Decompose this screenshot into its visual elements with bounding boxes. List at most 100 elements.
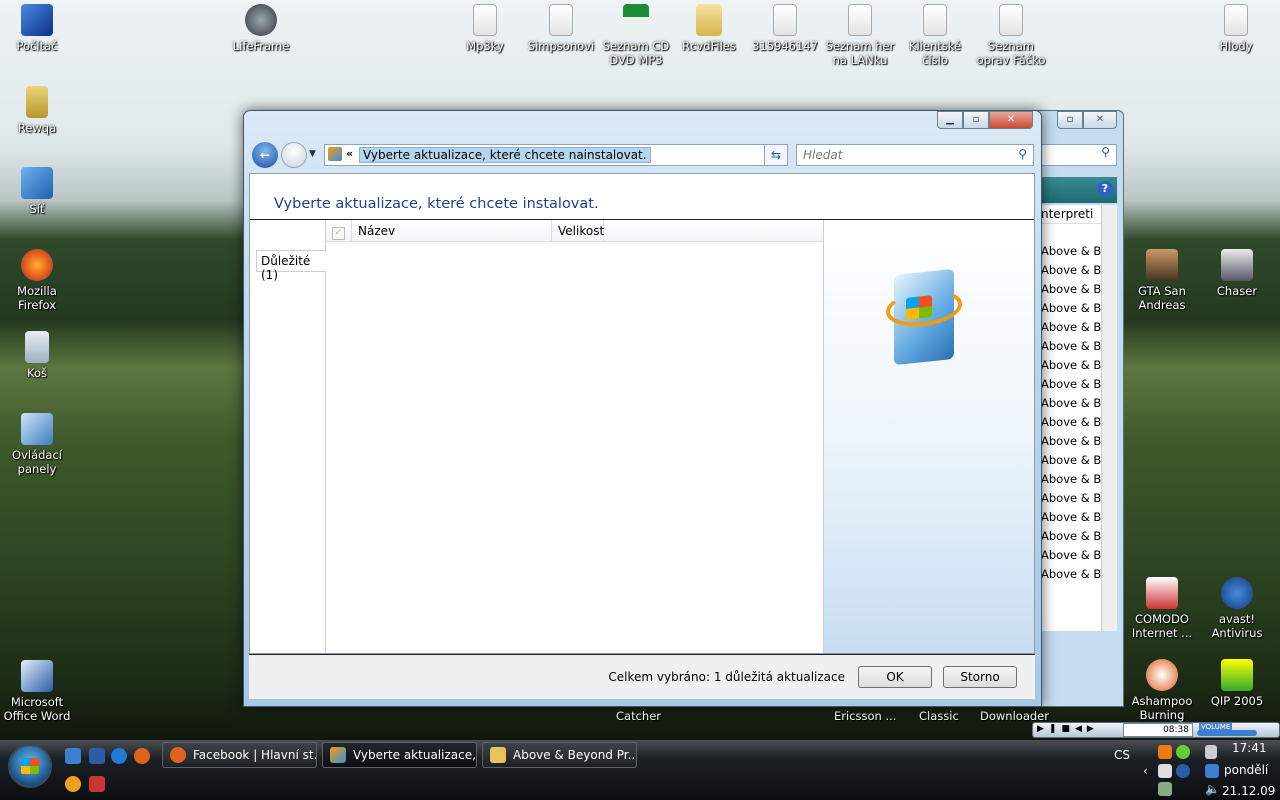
language-indicator[interactable]: CS (1114, 748, 1130, 762)
desktop-icon-klientske-cislo[interactable]: Klientské číslo (898, 4, 972, 67)
desktop-icon-lifeframe[interactable]: LifeFrame (224, 4, 298, 53)
list-item[interactable]: Above & Be (1041, 280, 1101, 299)
network-tray-icon[interactable] (1205, 764, 1219, 778)
desktop-icon-gta[interactable]: GTA San Andreas (1125, 249, 1199, 312)
desktop-icon-avast[interactable]: avast! Antivirus (1200, 577, 1274, 640)
close-button[interactable]: ✕ (1083, 111, 1117, 129)
search-icon[interactable]: ⚲ (1041, 144, 1117, 166)
taskbar-button-windows-update[interactable]: Vyberte aktualizace, ... (322, 742, 477, 768)
search-input[interactable]: Hledat ⚲ (796, 144, 1034, 166)
list-item[interactable]: Above & Be (1041, 242, 1101, 261)
list-item[interactable]: Above & Be (1041, 394, 1101, 413)
icq-tray-icon[interactable] (1176, 745, 1190, 759)
address-text[interactable]: Vyberte aktualizace, které chcete nainst… (359, 147, 651, 163)
switch-windows-icon[interactable] (89, 748, 105, 764)
media-controls[interactable]: ▶❚■◀▶ (1037, 724, 1099, 734)
desktop-icon-control-panel[interactable]: Ovládací panely (0, 413, 74, 476)
desktop-icon-recycle-bin[interactable]: Koš (0, 331, 74, 380)
list-item[interactable]: Above & Be (1041, 470, 1101, 489)
desktop-icon-rewqa[interactable]: Rewqa (0, 86, 74, 135)
comodo-tray-icon[interactable] (1158, 764, 1172, 778)
avast-quicklaunch-icon[interactable] (65, 776, 81, 792)
volume-icon[interactable]: 🔈 (1205, 782, 1220, 796)
track-time: 08:38 (1123, 723, 1193, 737)
list-item[interactable]: Above & Be (1041, 375, 1101, 394)
desktop-label-downloader[interactable]: Downloader (980, 709, 1049, 723)
desktop-label-classic[interactable]: Classic (919, 709, 959, 723)
recent-pages-dropdown[interactable]: ▼ (309, 149, 316, 159)
desktop-icon-rcvdfiles[interactable]: RcvdFiles (672, 4, 746, 53)
clock-time[interactable]: 17:41 (1232, 741, 1267, 755)
power-icon[interactable] (1205, 745, 1217, 759)
cancel-button[interactable]: Storno (943, 666, 1017, 688)
text-file-icon (923, 4, 947, 36)
desktop-icon-network[interactable]: Síť (0, 167, 74, 216)
list-item[interactable]: Above & Be (1041, 299, 1101, 318)
show-desktop-icon[interactable] (65, 748, 81, 764)
refresh-button[interactable]: ⇆ (764, 144, 788, 166)
avast-tray-icon[interactable] (1176, 764, 1190, 778)
show-hidden-icons[interactable]: ‹ (1143, 764, 1148, 778)
address-bar[interactable]: « Vyberte aktualizace, které chcete nain… (324, 144, 788, 166)
ok-button[interactable]: OK (858, 666, 932, 688)
restore-button[interactable]: ▫ (1057, 111, 1083, 129)
list-item[interactable]: Above & Be (1041, 318, 1101, 337)
column-header-interpreti[interactable]: nterpreti (1041, 205, 1101, 224)
list-item[interactable]: Above & Be (1041, 413, 1101, 432)
list-item[interactable]: Above & Be (1041, 565, 1101, 584)
help-icon[interactable]: ? (1097, 181, 1113, 197)
column-header-name[interactable]: Název (352, 220, 552, 241)
close-button[interactable]: ✕ (989, 111, 1033, 129)
list-item[interactable]: Above & Be (1041, 356, 1101, 375)
start-button[interactable] (8, 744, 52, 788)
desktop-icon-chaser[interactable]: Chaser (1200, 249, 1274, 298)
folder-icon (490, 747, 506, 763)
safely-remove-tray-icon[interactable] (1158, 782, 1172, 796)
taskbar-button-above-beyond[interactable]: Above & Beyond Pr... (482, 742, 637, 768)
list-item[interactable]: Above & Be (1041, 489, 1101, 508)
desktop-icon-simpsonovi[interactable]: Simpsonovi (524, 4, 598, 53)
list-item[interactable]: Above & Be (1041, 451, 1101, 470)
desktop-icon-seznam-her[interactable]: Seznam her na LANku (823, 4, 897, 67)
column-header-size[interactable]: Velikost (552, 220, 604, 241)
tab-important[interactable]: Důležité (1) (256, 250, 326, 282)
clock-day[interactable]: pondělí (1224, 763, 1268, 777)
volume-slider[interactable] (1197, 730, 1257, 736)
update-list[interactable]: ✓ Název Velikost (326, 220, 823, 653)
forward-button[interactable] (281, 142, 307, 168)
desktop-icon-seznam-cd[interactable]: Seznam CD DVD MP3 (599, 4, 673, 67)
clock-date[interactable]: 21.12.09 (1222, 784, 1275, 798)
scrollbar[interactable] (1101, 205, 1117, 631)
list-item[interactable]: Above & Be (1041, 546, 1101, 565)
search-icon[interactable]: ⚲ (1018, 147, 1027, 161)
desktop-icon-firefox[interactable]: Mozilla Firefox (0, 249, 74, 312)
desktop-icon-seznam-oprav[interactable]: Seznam oprav Fáčko (974, 4, 1048, 67)
desktop-icon-word[interactable]: Microsoft Office Word (0, 660, 74, 723)
desktop-label-catcher[interactable]: Catcher (616, 709, 661, 723)
internet-explorer-icon[interactable] (111, 748, 127, 764)
desktop-icon-mp3ky[interactable]: Mp3ky (448, 4, 522, 53)
maximize-button[interactable]: ▫ (963, 111, 989, 129)
app-quicklaunch-icon[interactable] (89, 776, 105, 792)
desktop-icon-qip[interactable]: QIP 2005 (1200, 659, 1274, 708)
desktop-icon-computer[interactable]: Počítač (0, 4, 74, 53)
desktop-icon-hlody[interactable]: Hlody (1199, 4, 1273, 53)
windows-update-icon (328, 147, 342, 161)
media-tray-icon[interactable] (1158, 745, 1172, 759)
list-item[interactable]: Above & Be (1041, 432, 1101, 451)
list-item[interactable]: Above & Be (1041, 337, 1101, 356)
minimize-button[interactable]: ▁ (937, 111, 963, 129)
text-file-icon (549, 4, 573, 36)
list-item[interactable]: Above & Be (1041, 508, 1101, 527)
list-item[interactable]: Above & Be (1041, 261, 1101, 280)
taskbar-button-facebook[interactable]: Facebook | Hlavní st... (162, 742, 317, 768)
desktop-label-ericsson[interactable]: Ericsson ... (834, 709, 896, 723)
artist-list[interactable]: nterpreti Above & Be Above & Be Above & … (1041, 205, 1101, 631)
desktop-icon-comodo[interactable]: COMODO Internet ... (1125, 577, 1199, 640)
select-all-checkbox[interactable]: ✓ (326, 220, 352, 241)
list-item[interactable]: Above & Be (1041, 527, 1101, 546)
back-button[interactable]: ← (252, 142, 278, 168)
firefox-icon[interactable] (134, 748, 150, 764)
breadcrumb-overflow[interactable]: « (346, 147, 353, 160)
desktop-icon-315946147[interactable]: 315946147 (748, 4, 822, 53)
